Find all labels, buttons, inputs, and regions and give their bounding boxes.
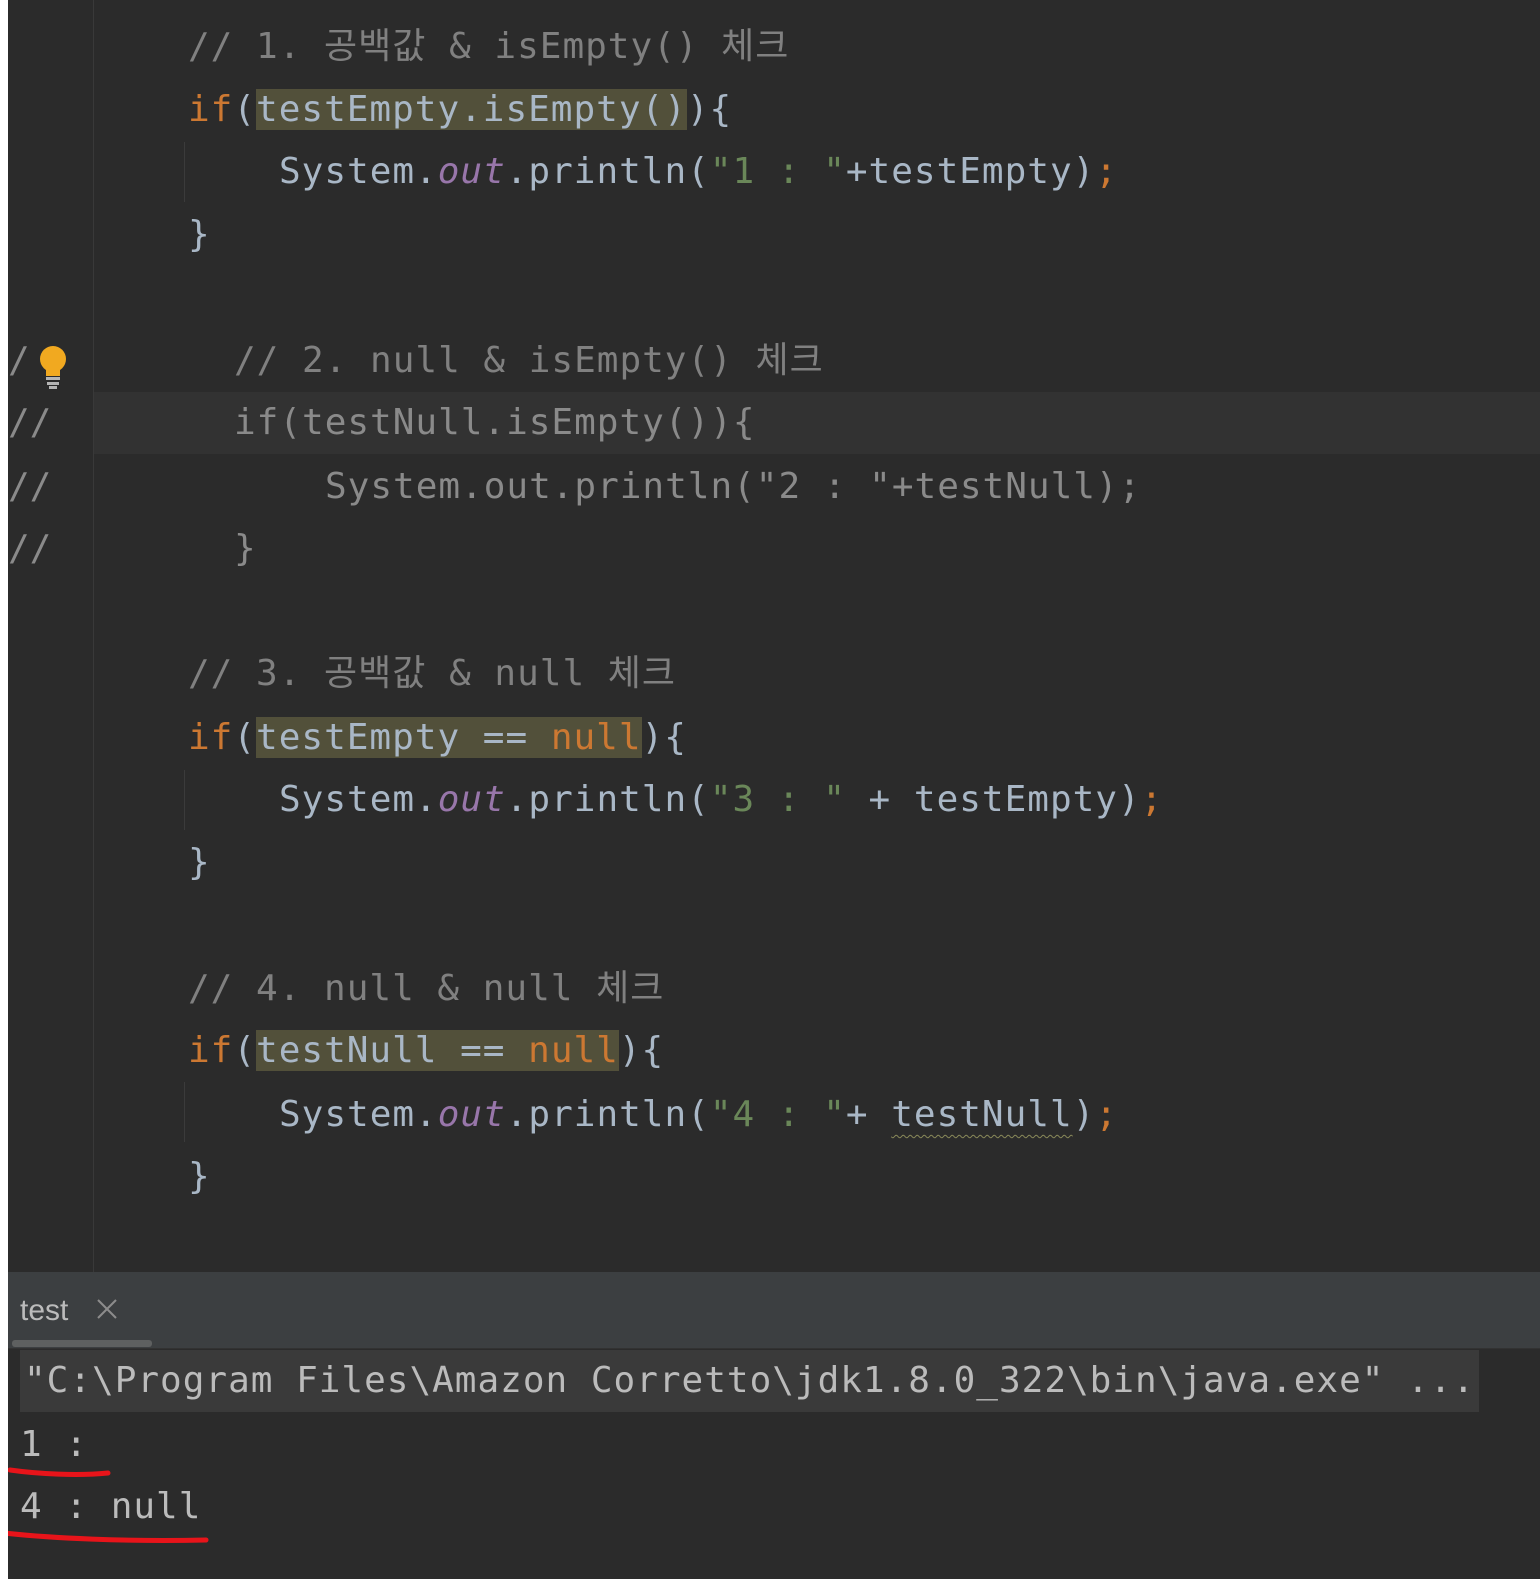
lightbulb-icon[interactable] (36, 344, 70, 390)
field-out: out (437, 1094, 506, 1135)
code-line-if-4: if(testNull == null){ (188, 1020, 664, 1082)
token: ; (1095, 151, 1118, 192)
indent-guide (184, 142, 185, 202)
keyword-if: if (188, 717, 234, 758)
token: ; (1140, 779, 1164, 820)
code-line-print-3: System.out.println("3 : " + testEmpty); (279, 769, 1163, 831)
token: ( (233, 89, 257, 130)
field-out: out (437, 779, 506, 820)
indent-guide (184, 770, 185, 830)
output-line: 4 : null (20, 1486, 202, 1527)
command-line: "C:\Program Files\Amazon Corretto\jdk1.8… (20, 1350, 1480, 1412)
highlighted-condition: testNull == null (256, 1030, 619, 1071)
gutter-comment-mark: / (8, 340, 30, 381)
code-line-if-3: if(testEmpty == null){ (188, 707, 687, 769)
token: + testEmpty) (845, 779, 1141, 820)
output-line: 1 : (20, 1424, 89, 1465)
token: + (845, 1094, 892, 1135)
commented-code-close-2: } (234, 528, 257, 569)
token: +testEmpty) (845, 151, 1096, 192)
field-out: out (437, 151, 506, 192)
code-line-close-3: } (188, 842, 211, 883)
comment-line-4: // 4. null & null 체크 (188, 968, 665, 1009)
token: ; (1095, 1094, 1118, 1135)
string-literal: "1 : " (709, 151, 846, 192)
gutter-comment-mark: // (8, 528, 52, 569)
commented-code-if-2: if(testNull.isEmpty()){ (234, 402, 756, 443)
comment-line-3: // 3. 공백값 & null 체크 (188, 653, 677, 694)
highlighted-condition: testEmpty == null (256, 717, 642, 758)
code-line-print-1: System.out.println("1 : "+testEmpty); (279, 141, 1118, 203)
string-literal: "4 : " (709, 1094, 846, 1135)
token: testEmpty == (256, 717, 551, 758)
gutter-separator (93, 0, 94, 1272)
tab-test[interactable]: test (8, 1272, 158, 1348)
keyword-null: null (528, 1030, 619, 1071)
comment-line-1: // 1. 공백값 & isEmpty() 체크 (188, 26, 790, 67)
indent-guide (184, 1082, 185, 1142)
token: System. (279, 779, 438, 820)
tab-label: test (20, 1294, 69, 1327)
token: ) (1072, 1094, 1096, 1135)
keyword-if: if (188, 1030, 234, 1071)
code-line-if-1: if(testEmpty.isEmpty()){ (188, 79, 732, 141)
code-line-print-4: System.out.println("4 : "+ testNull); (279, 1084, 1118, 1146)
token: ){ (641, 717, 687, 758)
ide-window: / // // // // 1. 공백값 & isEmpty() 체크 if(t… (8, 0, 1540, 1579)
run-tab-bar: test (8, 1272, 1540, 1349)
keyword-null: null (550, 717, 642, 758)
close-icon[interactable] (94, 1296, 120, 1322)
commented-code-print-2: System.out.println("2 : "+testNull); (325, 466, 1142, 507)
gutter-comment-mark: // (8, 402, 52, 443)
string-literal: "3 : " (709, 779, 846, 820)
token: System. (279, 1094, 438, 1135)
token: .println( (505, 779, 710, 820)
token: testNull == (256, 1030, 529, 1071)
code-line-close-4: } (188, 1156, 211, 1197)
token: ( (233, 1030, 257, 1071)
highlighted-condition: testEmpty.isEmpty() (256, 89, 687, 130)
active-tab-indicator (12, 1340, 152, 1347)
token: ( (233, 717, 257, 758)
token: ){ (618, 1030, 665, 1071)
gutter-comment-mark: // (8, 466, 52, 507)
comment-line-2: // 2. null & isEmpty() 체크 (234, 340, 824, 381)
editor-gutter[interactable] (8, 0, 93, 1272)
keyword-if: if (188, 89, 234, 130)
warning-underlined-var: testNull (891, 1094, 1073, 1135)
token: System. (279, 151, 438, 192)
code-editor[interactable]: / // // // // 1. 공백값 & isEmpty() 체크 if(t… (8, 0, 1540, 1272)
token: .println( (505, 151, 710, 192)
run-tool-window: test "C:\Program Files\Amazon Corretto\j… (8, 1272, 1540, 1579)
token: ){ (686, 89, 733, 130)
code-line-close-1: } (188, 214, 211, 255)
token: .println( (505, 1094, 710, 1135)
